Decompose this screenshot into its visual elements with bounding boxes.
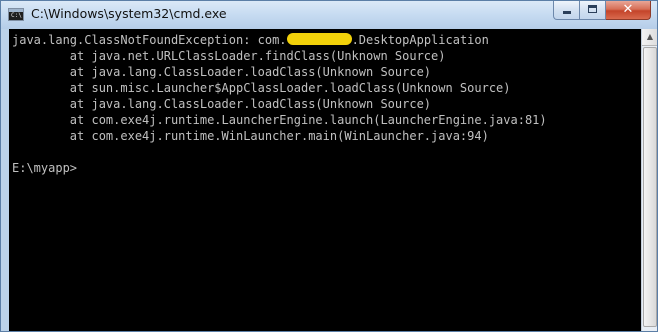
redaction-mark: xxxxxxxxx: [286, 33, 352, 45]
window-title: C:\Windows\system32\cmd.exe: [31, 6, 227, 21]
scroll-up-arrow-icon[interactable]: ▲: [642, 29, 657, 46]
icon-prompt: C:\: [11, 12, 22, 19]
maximize-icon: [588, 5, 597, 13]
title-bar[interactable]: C:\ C:\Windows\system32\cmd.exe ✕: [1, 1, 657, 29]
minimize-button[interactable]: [553, 1, 580, 20]
stack-trace-line: at sun.misc.Launcher$AppClassLoader.load…: [12, 81, 511, 95]
close-button[interactable]: ✕: [606, 1, 651, 20]
cmd-window: C:\ C:\Windows\system32\cmd.exe ✕ java.l…: [0, 0, 658, 332]
stack-trace-line: at java.net.URLClassLoader.findClass(Unk…: [12, 49, 446, 63]
stack-trace-line: at java.lang.ClassLoader.loadClass(Unkno…: [12, 97, 432, 111]
minimize-icon: [563, 11, 571, 14]
console-text: java.lang.ClassNotFoundException: com.xx…: [12, 32, 547, 176]
stack-trace-line: at com.exe4j.runtime.WinLauncher.main(Wi…: [12, 129, 489, 143]
command-prompt[interactable]: E:\myapp>: [12, 160, 547, 176]
stack-trace-line: at com.exe4j.runtime.LauncherEngine.laun…: [12, 113, 547, 127]
maximize-button[interactable]: [580, 1, 606, 20]
vertical-scrollbar[interactable]: ▲: [641, 29, 657, 331]
stack-trace-line: at java.lang.ClassLoader.loadClass(Unkno…: [12, 65, 432, 79]
window-controls: ✕: [553, 1, 651, 21]
console-line: java.lang.ClassNotFoundException: com.xx…: [12, 32, 547, 48]
cmd-console-icon[interactable]: C:\: [8, 8, 24, 21]
exception-suffix: .DesktopApplication: [351, 33, 489, 47]
scroll-thumb[interactable]: [643, 47, 657, 327]
exception-prefix: java.lang.ClassNotFoundException: com.: [12, 33, 287, 47]
console-output[interactable]: java.lang.ClassNotFoundException: com.xx…: [9, 29, 641, 331]
close-icon: ✕: [622, 2, 634, 17]
